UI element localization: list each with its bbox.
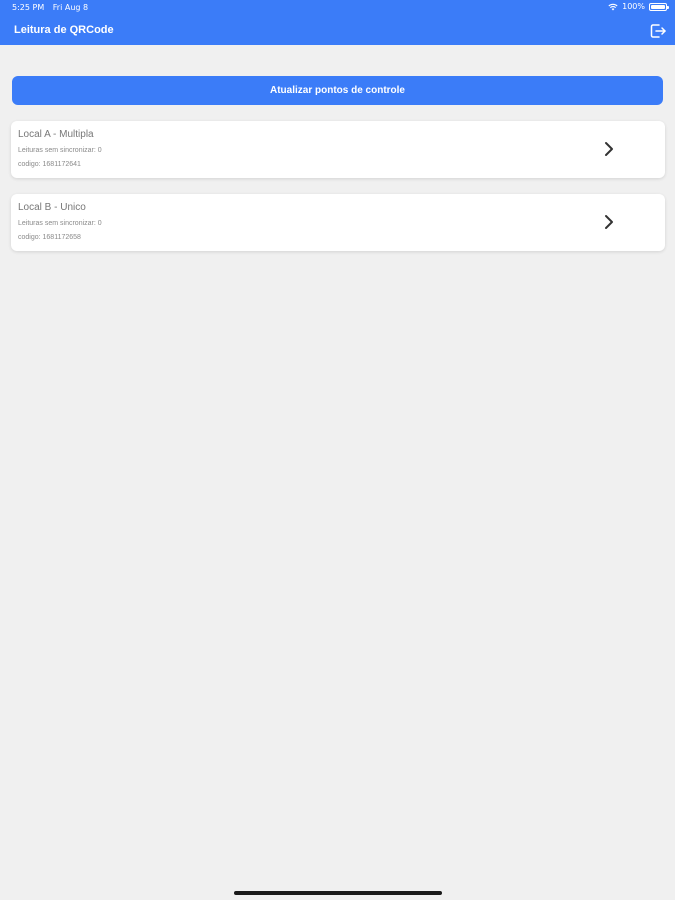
battery-icon — [649, 2, 669, 11]
status-date: Fri Aug 8 — [52, 3, 89, 12]
location-title: Local B - Unico — [18, 202, 86, 213]
chevron-right-icon — [605, 142, 613, 156]
status-time: 5:25 PM — [12, 3, 45, 12]
location-code: codigo: 1681172641 — [18, 161, 81, 168]
unsynced-readings: Leituras sem sincronizar: 0 — [18, 220, 102, 227]
refresh-button-label: Atualizar pontos de controle — [269, 85, 405, 96]
battery-level — [651, 4, 665, 9]
location-code: codigo: 1681172658 — [18, 234, 81, 241]
chevron-right-icon — [605, 215, 613, 229]
status-bar: 5:25 PM Fri Aug 8 100% — [0, 0, 675, 16]
status-left: 5:25 PM Fri Aug 8 — [12, 3, 88, 12]
status-right: 100% — [608, 2, 669, 11]
logout-icon[interactable] — [649, 22, 667, 40]
location-card[interactable]: Local A - Multipla Leituras sem sincroni… — [11, 121, 665, 178]
battery-percent: 100% — [622, 2, 645, 11]
wifi-icon — [608, 3, 618, 10]
location-title: Local A - Multipla — [18, 129, 94, 140]
nav-bar: Leitura de QRCode — [0, 16, 675, 45]
unsynced-readings: Leituras sem sincronizar: 0 — [18, 147, 102, 154]
location-card[interactable]: Local B - Unico Leituras sem sincronizar… — [11, 194, 665, 251]
home-indicator[interactable] — [234, 891, 442, 895]
refresh-control-points-button[interactable]: Atualizar pontos de controle — [12, 76, 663, 105]
page-title: Leitura de QRCode — [14, 24, 114, 36]
battery-tip — [667, 5, 669, 9]
